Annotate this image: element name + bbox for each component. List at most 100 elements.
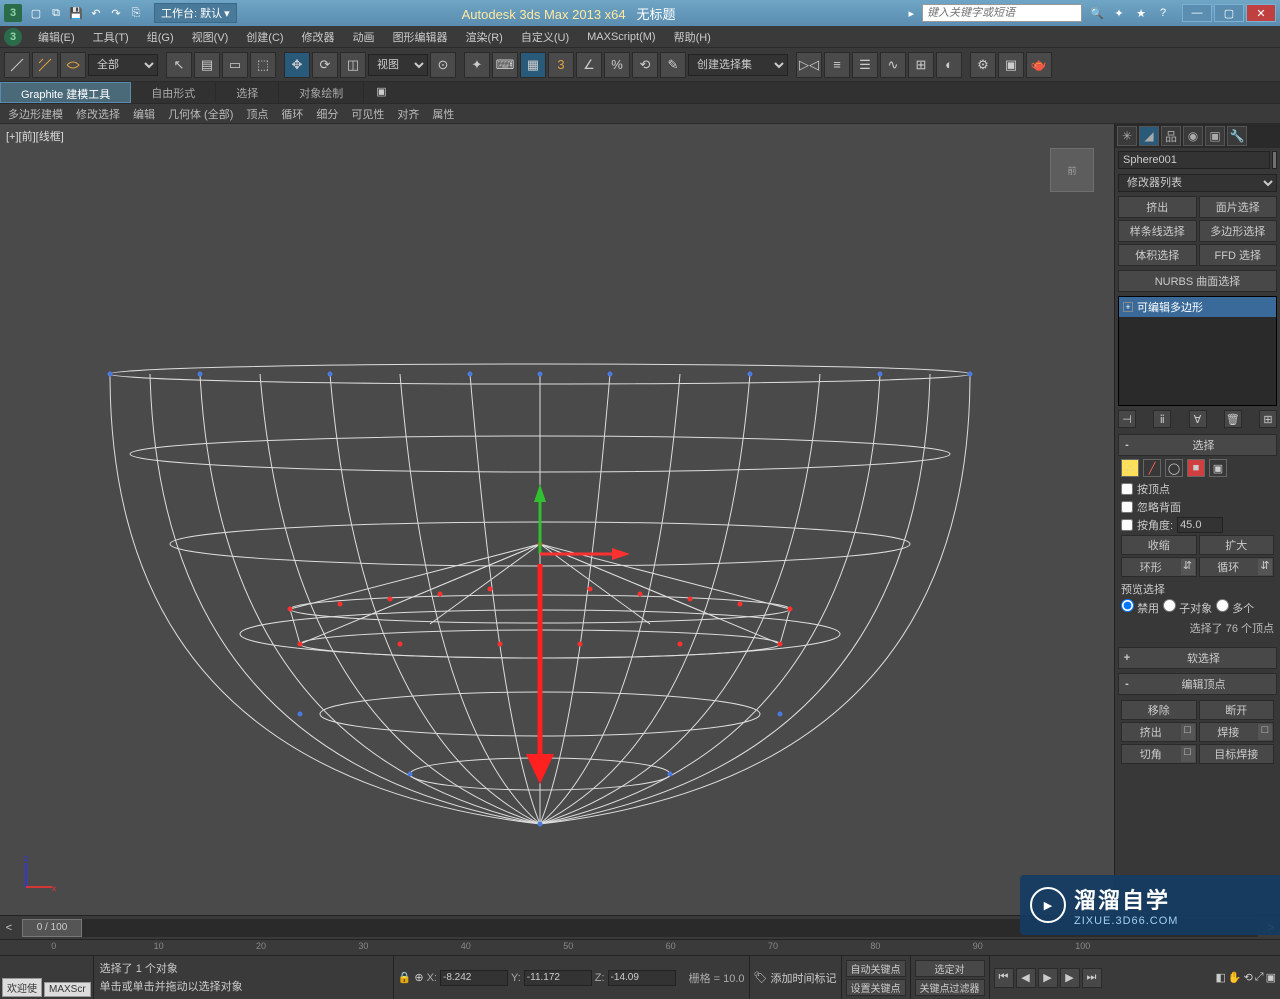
bind-spacewarp-icon[interactable] <box>60 52 86 78</box>
workspace-selector[interactable]: 工作台: 默认▾ <box>154 3 237 23</box>
btn-weld[interactable]: 焊接□ <box>1199 722 1275 742</box>
mod-btn-patch-select[interactable]: 面片选择 <box>1199 196 1278 218</box>
snap-2d-icon[interactable]: ▦ <box>520 52 546 78</box>
pivot-center-icon[interactable]: ⊙ <box>430 52 456 78</box>
qat-new-icon[interactable]: ▢ <box>28 5 44 21</box>
viewport-front[interactable]: [+][前][线框] 前 <box>0 124 1114 915</box>
menu-tools[interactable]: 工具(T) <box>85 27 137 47</box>
qat-link-icon[interactable]: ⎘ <box>128 5 144 21</box>
mod-btn-ffd-select[interactable]: FFD 选择 <box>1199 244 1278 266</box>
select-rect-icon[interactable]: ▭ <box>222 52 248 78</box>
render-frame-icon[interactable]: ▣ <box>998 52 1024 78</box>
btn-shrink[interactable]: 收缩 <box>1121 535 1197 555</box>
stack-remove-icon[interactable]: 🗑 <box>1224 410 1242 428</box>
subobj-edge-icon[interactable]: ╱ <box>1143 459 1161 477</box>
keyboard-shortcut-icon[interactable]: ⌨ <box>492 52 518 78</box>
stack-unique-icon[interactable]: ∀ <box>1189 410 1207 428</box>
btn-chamfer[interactable]: 切角□ <box>1121 744 1197 764</box>
stack-pin-icon[interactable]: ⊣ <box>1118 410 1136 428</box>
render-prod-icon[interactable]: 🫖 <box>1026 52 1052 78</box>
panel-tab-display-icon[interactable]: ▣ <box>1205 126 1225 146</box>
goto-start-icon[interactable]: ⏮ <box>994 968 1014 988</box>
subobj-element-icon[interactable]: ▣ <box>1209 459 1227 477</box>
stack-show-result-icon[interactable]: ⅱ <box>1153 410 1171 428</box>
stack-expand-icon[interactable]: + <box>1123 302 1133 312</box>
maximize-viewport-icon[interactable]: ▣ <box>1266 971 1276 984</box>
btn-break[interactable]: 断开 <box>1199 700 1275 720</box>
prev-frame-icon[interactable]: ◀ <box>1016 968 1036 988</box>
subobj-border-icon[interactable]: ◯ <box>1165 459 1183 477</box>
curve-editor-icon[interactable]: ∿ <box>880 52 906 78</box>
select-link-icon[interactable] <box>4 52 30 78</box>
goto-end-icon[interactable]: ⏭ <box>1082 968 1102 988</box>
minimize-button[interactable]: — <box>1182 4 1212 22</box>
menu-maxscript[interactable]: MAXScript(M) <box>579 29 663 45</box>
rsub-loop[interactable]: 循环 <box>275 104 309 124</box>
rsub-vertex[interactable]: 顶点 <box>240 104 274 124</box>
menu-modifiers[interactable]: 修改器 <box>294 27 343 47</box>
coord-z-field[interactable] <box>608 970 676 986</box>
mod-btn-poly-select[interactable]: 多边形选择 <box>1199 220 1278 242</box>
panel-tab-hierarchy-icon[interactable]: 品 <box>1161 126 1181 146</box>
menu-group[interactable]: 组(G) <box>139 27 182 47</box>
mirror-icon[interactable]: ▷◁ <box>796 52 822 78</box>
manipulate-icon[interactable]: ✦ <box>464 52 490 78</box>
arc-rotate-icon[interactable]: ⟲ <box>1244 971 1253 984</box>
mod-btn-spline-select[interactable]: 样条线选择 <box>1118 220 1197 242</box>
search-input[interactable] <box>922 4 1082 22</box>
subobj-vertex-icon[interactable]: ∴ <box>1121 459 1139 477</box>
menu-create[interactable]: 创建(C) <box>238 27 291 47</box>
panel-tab-utilities-icon[interactable]: 🔧 <box>1227 126 1247 146</box>
maximize-button[interactable]: ▢ <box>1214 4 1244 22</box>
btn-target-weld[interactable]: 目标焊接 <box>1199 744 1275 764</box>
layers-icon[interactable]: ☰ <box>852 52 878 78</box>
menu-rendering[interactable]: 渲染(R) <box>458 27 511 47</box>
panel-tab-motion-icon[interactable]: ◉ <box>1183 126 1203 146</box>
favorites-icon[interactable]: ★ <box>1132 4 1150 22</box>
ribbon-tab-selection[interactable]: 选择 <box>216 82 279 103</box>
rsub-visibility[interactable]: 可见性 <box>345 104 390 124</box>
auto-key-button[interactable]: 自动关键点 <box>846 960 906 977</box>
infocenter-toggle-icon[interactable]: ▸ <box>908 7 914 20</box>
ref-coord-dropdown[interactable]: 视图 <box>368 54 428 76</box>
timeline-ruler[interactable]: 01020 304050 607080 90100 <box>0 939 1280 955</box>
isolate-selection-icon[interactable]: ◧ <box>1215 971 1225 984</box>
add-time-tag-link[interactable]: 添加时间标记 <box>771 970 837 986</box>
menu-view[interactable]: 视图(V) <box>184 27 237 47</box>
subobj-polygon-icon[interactable]: ■ <box>1187 459 1205 477</box>
angle-spinner[interactable] <box>1177 517 1223 533</box>
communication-center-icon[interactable]: ✦ <box>1110 4 1128 22</box>
selection-center-icon[interactable]: ⊕ <box>414 971 423 984</box>
timeline-prev-icon[interactable]: < <box>0 922 18 934</box>
selection-filter-dropdown[interactable]: 全部 <box>88 54 158 76</box>
qat-save-icon[interactable]: 💾 <box>68 5 84 21</box>
modifier-list-dropdown[interactable]: 修改器列表 <box>1118 174 1277 192</box>
menu-help[interactable]: 帮助(H) <box>666 27 719 47</box>
percent-snap-icon[interactable]: % <box>604 52 630 78</box>
play-icon[interactable]: ▶ <box>1038 968 1058 988</box>
rollout-soft-selection[interactable]: +软选择 <box>1118 647 1277 669</box>
tab-maxscript[interactable]: MAXScr <box>44 982 91 997</box>
time-slider-thumb[interactable]: 0 / 100 <box>22 919 82 937</box>
btn-ring[interactable]: 环形⇵ <box>1121 557 1197 577</box>
rsub-modify-sel[interactable]: 修改选择 <box>70 104 126 124</box>
schematic-view-icon[interactable]: ⊞ <box>908 52 934 78</box>
object-name-field[interactable] <box>1118 151 1270 169</box>
spinner-snap-icon[interactable]: ⟲ <box>632 52 658 78</box>
search-icon[interactable]: 🔍 <box>1088 4 1106 22</box>
lock-selection-icon[interactable]: 🔒 <box>398 971 412 984</box>
named-selection-dropdown[interactable]: 创建选择集 <box>688 54 788 76</box>
rotate-tool-icon[interactable]: ⟳ <box>312 52 338 78</box>
zoom-extents-icon[interactable]: ⤢ <box>1255 971 1264 984</box>
set-key-button[interactable]: 设置关键点 <box>846 979 906 996</box>
snap-3d-icon[interactable]: 3 <box>548 52 574 78</box>
ribbon-tab-graphite[interactable]: Graphite 建模工具 <box>0 82 131 103</box>
rsub-properties[interactable]: 属性 <box>426 104 460 124</box>
coord-y-field[interactable] <box>524 970 592 986</box>
tab-welcome[interactable]: 欢迎使 <box>2 978 42 997</box>
btn-remove[interactable]: 移除 <box>1121 700 1197 720</box>
app-menu-icon[interactable]: 3 <box>4 28 22 46</box>
stack-item-editable-poly[interactable]: + 可编辑多边形 <box>1119 297 1276 317</box>
key-mode-dropdown[interactable]: 选定对 <box>915 960 985 977</box>
move-tool-icon[interactable]: ✥ <box>284 52 310 78</box>
